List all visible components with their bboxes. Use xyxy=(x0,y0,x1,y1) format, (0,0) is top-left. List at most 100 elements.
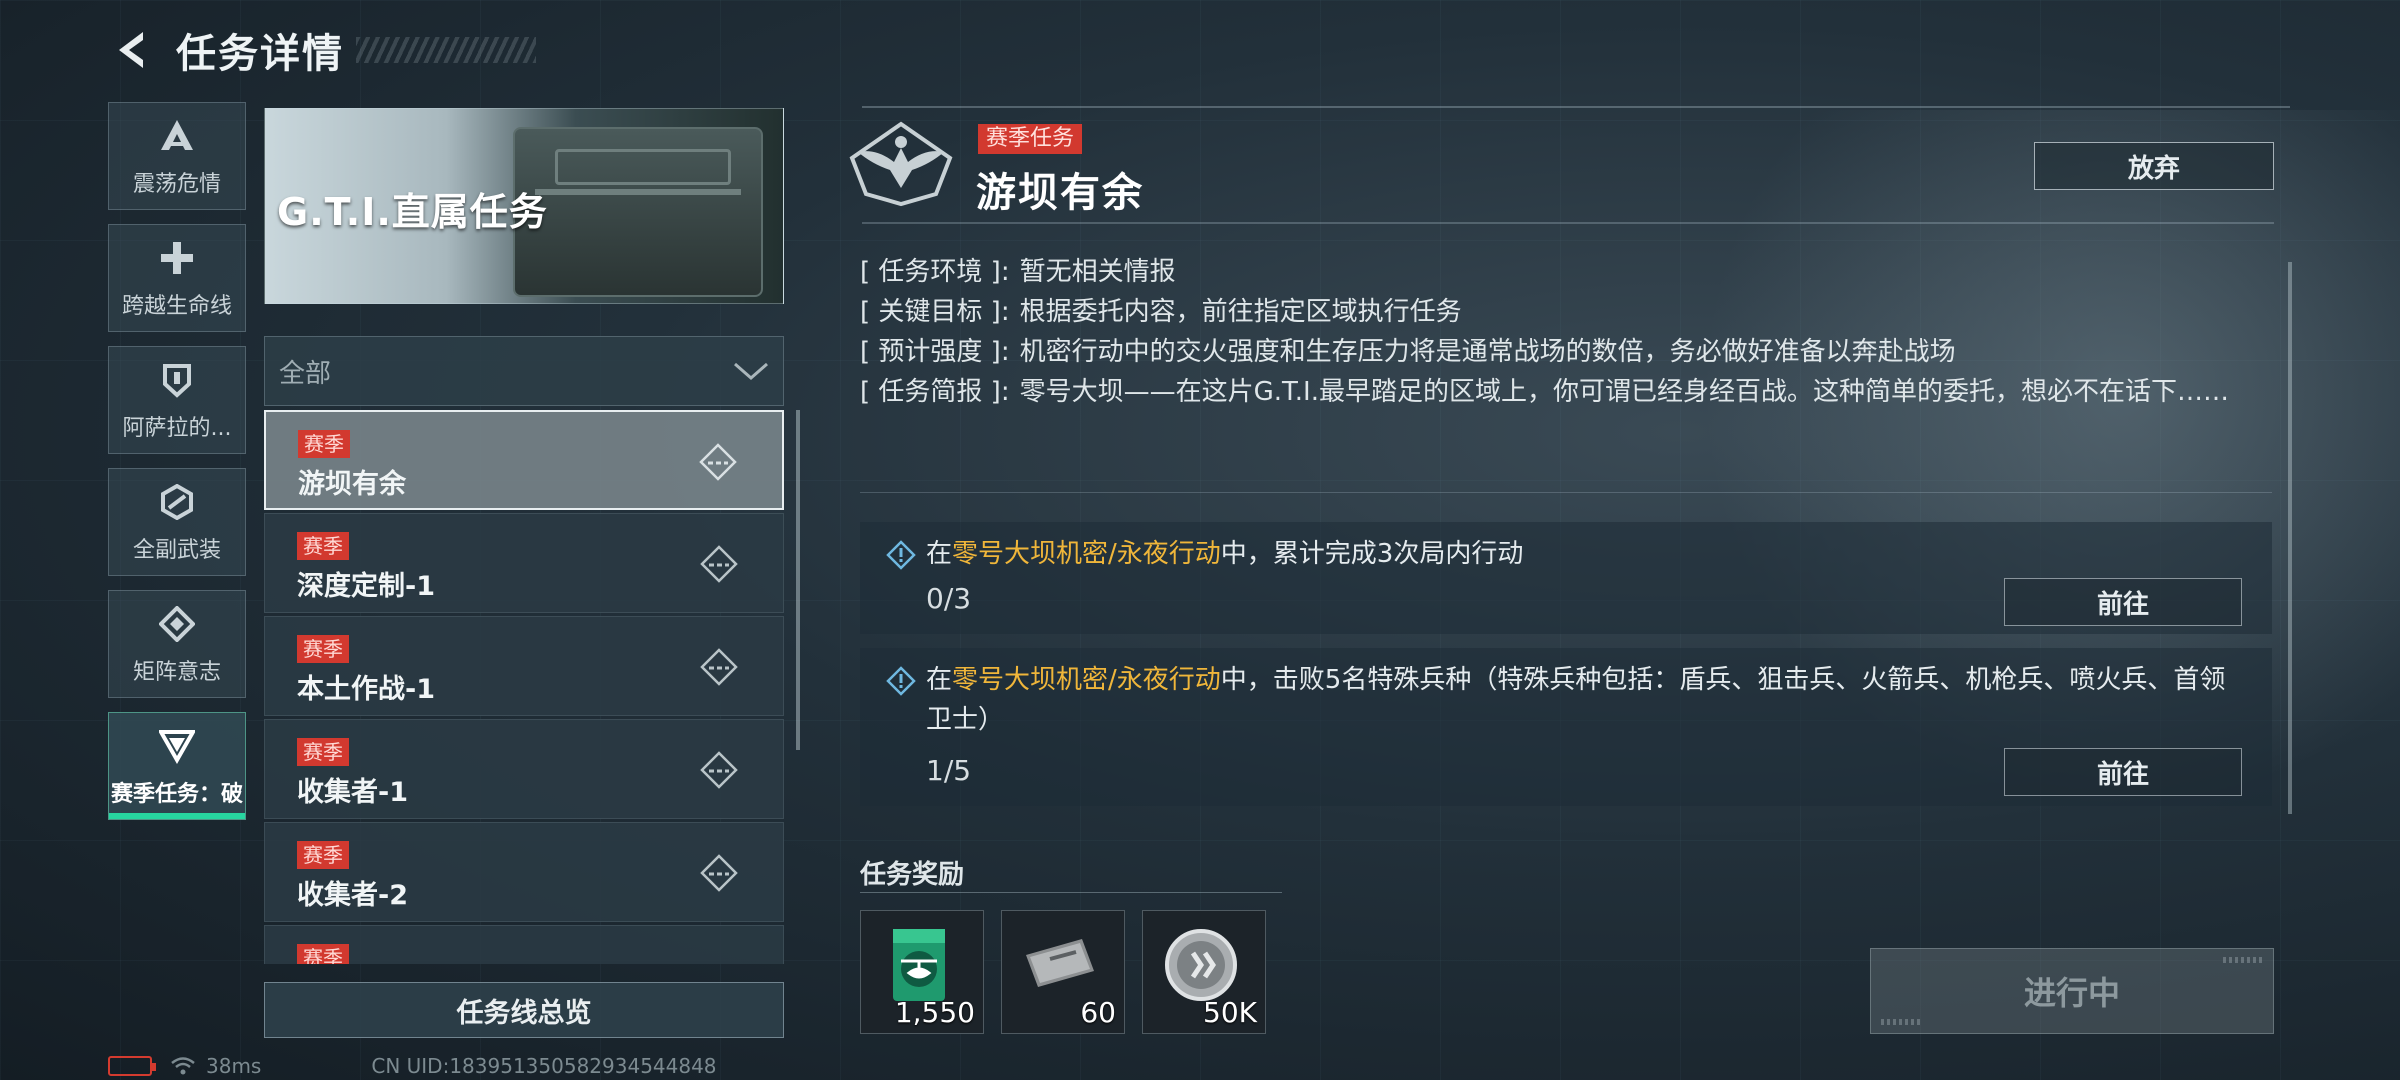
category-item-season[interactable]: 赛季任务：破 xyxy=(108,712,246,820)
info-value: 零号大坝——在这片G.T.I.最早踏足的区域上，你可谓已经身经百战。这种简单的委… xyxy=(1019,377,2229,407)
season-tag: 赛季 xyxy=(298,430,350,458)
category-item-tremor[interactable]: 震荡危情 xyxy=(108,102,246,210)
task-line-overview-button[interactable]: 任务线总览 xyxy=(264,982,784,1038)
info-row-target: [ 关键目标 ]: 根据委托内容，前往指定区域执行任务 xyxy=(860,292,2260,332)
task-type-diamond-icon xyxy=(700,545,738,583)
title-divider xyxy=(862,222,2274,224)
reward-item[interactable]: 1,550 xyxy=(860,910,984,1034)
goto-button[interactable]: 前往 xyxy=(2004,748,2242,796)
task-type-diamond-icon xyxy=(700,648,738,686)
category-label: 矩阵意志 xyxy=(132,660,221,685)
category-label: 阿萨拉的... xyxy=(122,416,232,441)
info-key: [ 任务环境 ]: xyxy=(860,257,1010,287)
back-arrow-icon xyxy=(119,32,143,68)
info-key: [ 关键目标 ]: xyxy=(860,297,1010,327)
back-button[interactable] xyxy=(108,25,158,75)
chevron-down-icon xyxy=(734,362,768,380)
category-item-lifeline[interactable]: 跨越生命线 xyxy=(108,224,246,332)
objective-text-pre: 在 xyxy=(926,539,953,569)
info-key: [ 预计强度 ]: xyxy=(860,337,1010,367)
task-type-diamond-icon xyxy=(700,751,738,789)
objective-text: 在零号大坝机密/永夜行动中，累计完成3次局内行动 xyxy=(926,534,2232,574)
helicopter-badge-icon xyxy=(893,929,945,1001)
reward-quantity: 50K xyxy=(1203,996,1257,1029)
diamond-icon xyxy=(155,602,199,646)
panel-top-divider xyxy=(862,106,2290,108)
season-mission-tag: 赛季任务 xyxy=(978,124,1083,154)
objective-location: 零号大坝机密/永夜行动 xyxy=(952,539,1221,569)
wifi-icon xyxy=(171,1057,195,1075)
objective-item: 在零号大坝机密/永夜行动中，击败5名特殊兵种（特殊兵种包括：盾兵、狙击兵、火箭兵… xyxy=(860,648,2272,806)
header: 任务详情 xyxy=(108,20,536,80)
hexagon-icon xyxy=(155,480,199,524)
filter-value: 全部 xyxy=(279,358,332,389)
task-list-item[interactable]: 赛季 收集者-2 xyxy=(264,822,784,922)
banner-crate-image xyxy=(513,127,763,297)
abandon-button[interactable]: 放弃 xyxy=(2034,142,2274,190)
reward-section-title: 任务奖励 xyxy=(860,860,965,890)
info-value: 根据委托内容，前往指定区域执行任务 xyxy=(1019,297,1462,327)
task-list-item[interactable]: 赛季 游坝有余 xyxy=(264,410,784,510)
info-value: 暂无相关情报 xyxy=(1019,257,1176,287)
chevron-down-triangle-icon xyxy=(155,724,199,768)
category-item-armed[interactable]: 全副武装 xyxy=(108,468,246,576)
battery-icon xyxy=(108,1056,156,1076)
info-row-briefing: [ 任务简报 ]: 零号大坝——在这片G.T.I.最早踏足的区域上，你可谓已经身经… xyxy=(860,372,2260,412)
eagle-emblem-icon xyxy=(849,121,953,207)
task-filter-dropdown[interactable]: 全部 xyxy=(264,336,784,406)
task-name: 收集者-2 xyxy=(297,880,408,911)
task-list: 赛季 游坝有余 赛季 深度定制-1 赛季 本土作战-1 赛季 收集者-1 赛季 … xyxy=(264,410,784,964)
task-list-item[interactable]: 赛季 收集者-1 xyxy=(264,719,784,819)
user-uid: CN UID:1839513505829345448​48 xyxy=(371,1054,717,1078)
detail-scrollbar[interactable] xyxy=(2288,262,2292,814)
reward-item[interactable]: 60 xyxy=(1001,910,1125,1034)
category-label: 赛季任务：破 xyxy=(110,782,243,807)
category-label: 跨越生命线 xyxy=(121,294,232,319)
category-sidebar: 震荡危情 跨越生命线 阿萨拉的... 全副武装 矩阵意志 赛季任务：破 xyxy=(108,102,246,834)
task-list-item[interactable]: 赛季 xyxy=(264,925,784,964)
season-tag: 赛季 xyxy=(297,841,349,869)
header-decoration xyxy=(356,37,536,63)
reward-quantity: 60 xyxy=(1080,996,1116,1029)
reward-item[interactable]: 50K xyxy=(1142,910,1266,1034)
task-name: 游坝有余 xyxy=(298,469,406,500)
season-tag: 赛季 xyxy=(297,532,349,560)
task-name: 本土作战-1 xyxy=(297,674,435,705)
in-progress-status-button[interactable]: 进行中 xyxy=(1870,948,2274,1034)
task-name: 深度定制-1 xyxy=(297,571,435,602)
category-label: 震荡危情 xyxy=(132,172,221,197)
info-divider xyxy=(860,492,2272,493)
task-type-diamond-icon xyxy=(700,854,738,892)
category-item-matrix[interactable]: 矩阵意志 xyxy=(108,590,246,698)
info-key: [ 任务简报 ]: xyxy=(860,377,1010,407)
objective-location: 零号大坝机密/永夜行动 xyxy=(952,665,1221,695)
task-list-item[interactable]: 赛季 本土作战-1 xyxy=(264,616,784,716)
status-bar: 38ms CN UID:1839513505829345448​48 xyxy=(108,1052,717,1080)
ticket-icon xyxy=(1026,939,1094,987)
alert-diamond-icon xyxy=(886,540,916,570)
banner-title: G.T.I.直属任务 xyxy=(277,190,548,234)
category-label: 全副武装 xyxy=(132,538,221,563)
task-line-banner: G.T.I.直属任务 xyxy=(264,108,784,304)
objective-text-pre: 在 xyxy=(926,665,953,695)
shield-icon xyxy=(155,358,199,402)
mission-info: [ 任务环境 ]: 暂无相关情报 [ 关键目标 ]: 根据委托内容，前往指定区域… xyxy=(860,252,2260,412)
season-tag: 赛季 xyxy=(297,738,349,766)
silver-coin-icon xyxy=(1165,929,1237,1001)
task-list-item[interactable]: 赛季 深度定制-1 xyxy=(264,513,784,613)
task-list-scrollbar[interactable] xyxy=(796,410,800,750)
mission-title: 游坝有余 xyxy=(976,170,1144,216)
cross-icon xyxy=(155,236,199,280)
page-title: 任务详情 xyxy=(176,31,344,77)
triangle-a-icon xyxy=(155,114,199,158)
category-item-asala[interactable]: 阿萨拉的... xyxy=(108,346,246,454)
goto-button[interactable]: 前往 xyxy=(2004,578,2242,626)
objective-text-post: 中，累计完成3次局内行动 xyxy=(1220,539,1524,569)
task-type-diamond-icon xyxy=(699,443,737,481)
objective-item: 在零号大坝机密/永夜行动中，累计完成3次局内行动 0/3 前往 xyxy=(860,522,2272,634)
info-value: 机密行动中的交火强度和生存压力将是通常战场的数倍，务必做好准备以奔赴战场 xyxy=(1019,337,1956,367)
alert-diamond-icon xyxy=(886,666,916,696)
info-row-intensity: [ 预计强度 ]: 机密行动中的交火强度和生存压力将是通常战场的数倍，务必做好准… xyxy=(860,332,2260,372)
reward-list: 1,550 60 50K xyxy=(860,910,1283,1034)
latency-value: 38ms xyxy=(206,1054,262,1078)
